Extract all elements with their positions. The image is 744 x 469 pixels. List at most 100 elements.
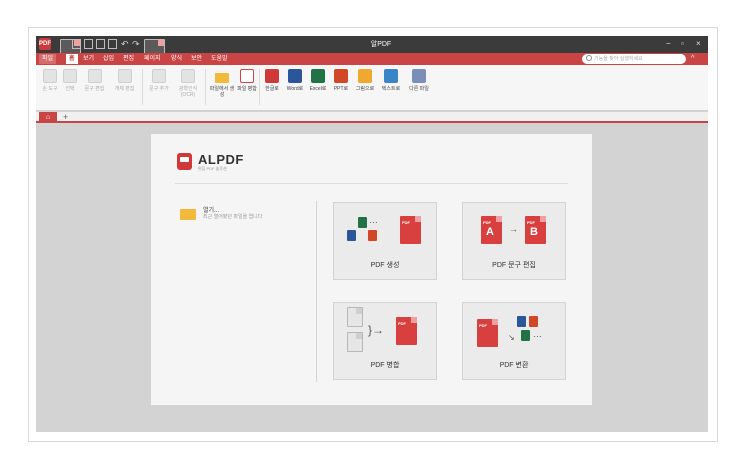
more-icon: … bbox=[533, 329, 542, 339]
text-file-icon bbox=[384, 69, 398, 83]
to-word-button[interactable]: Word로 bbox=[285, 69, 305, 107]
brand-tagline: 편집 PDF 솔루션 bbox=[198, 166, 227, 171]
save-as-icon[interactable] bbox=[84, 39, 93, 49]
print-icon[interactable] bbox=[96, 39, 105, 49]
edit-pdf-text-card[interactable]: PDF A → PDF B PDF 문구 편집 bbox=[462, 202, 566, 280]
select-icon bbox=[63, 69, 77, 83]
ribbon-separator bbox=[259, 69, 260, 105]
to-text-label: 텍스트로 bbox=[381, 86, 401, 92]
excel-file-icon bbox=[311, 69, 325, 83]
merge-pdf-art: }→ PDF bbox=[334, 307, 436, 355]
word-icon bbox=[517, 316, 526, 327]
merged-pdf-icon: PDF bbox=[396, 317, 417, 345]
convert-pdf-art: PDF ↘ … bbox=[463, 313, 565, 353]
pdf-page-icon bbox=[240, 69, 254, 83]
hand-icon bbox=[43, 69, 57, 83]
edit-text-label: 문구 편집 bbox=[84, 86, 105, 92]
convert-pdf-card[interactable]: PDF ↘ … PDF 변환 bbox=[462, 302, 566, 380]
arrow-right-icon: → bbox=[509, 224, 518, 234]
email-icon[interactable] bbox=[108, 39, 117, 49]
window-title: 알PDF bbox=[370, 41, 392, 48]
menu-file[interactable]: 파일 bbox=[39, 54, 57, 64]
ppt-file-icon bbox=[334, 69, 348, 83]
app-window: PDF ↶ ↷ 알PDF − ▫ × 파일 홈 보기 삽입 편집 페이지 양식 … bbox=[36, 36, 708, 432]
to-excel-label: Excel로 bbox=[309, 86, 327, 92]
merge-files-button[interactable]: 파일 병합 bbox=[237, 69, 257, 107]
app-logo-icon: PDF bbox=[39, 38, 51, 50]
create-pdf-art: … PDF bbox=[334, 213, 436, 253]
ribbon-separator bbox=[142, 69, 143, 105]
more-icon: … bbox=[369, 215, 378, 225]
create-pdf-card[interactable]: … PDF PDF 생성 bbox=[333, 202, 437, 280]
close-button[interactable]: × bbox=[696, 38, 701, 50]
edit-pdf-text-label: PDF 문구 편집 bbox=[492, 262, 536, 269]
page-2-icon bbox=[347, 332, 363, 352]
hand-tool-label: 손 도구 bbox=[42, 86, 58, 92]
merge-arrow-icon: }→ bbox=[368, 323, 385, 337]
to-ppt-button[interactable]: PPT로 bbox=[331, 69, 351, 107]
menu-page[interactable]: 페이지 bbox=[141, 54, 164, 64]
divider bbox=[175, 183, 568, 184]
brand-name: ALPDF bbox=[198, 152, 244, 167]
ocr-button[interactable]: 광학인식(OCR) bbox=[174, 69, 202, 107]
save-icon[interactable] bbox=[72, 39, 81, 49]
edit-pdf-text-art: PDF A → PDF B bbox=[463, 213, 565, 253]
to-text-button[interactable]: 텍스트로 bbox=[379, 69, 403, 107]
hand-tool-button[interactable]: 손 도구 bbox=[39, 69, 61, 107]
excel-icon bbox=[358, 217, 367, 228]
edit-text-button[interactable]: 문구 편집 bbox=[81, 69, 108, 107]
search-input[interactable]: 기능을 찾아 실행하세요 bbox=[582, 54, 686, 64]
minimize-button[interactable]: − bbox=[666, 38, 671, 50]
merge-files-label: 파일 병합 bbox=[237, 86, 257, 92]
convert-pdf-label: PDF 변환 bbox=[499, 362, 529, 369]
open-subtitle: 최근 열어봤던 파일을 엽니다 bbox=[203, 214, 263, 220]
select-label: 선택 bbox=[65, 86, 75, 92]
add-text-button[interactable]: 문구 추가 bbox=[146, 69, 172, 107]
menu-view[interactable]: 보기 bbox=[80, 54, 97, 64]
page-1-icon bbox=[347, 307, 363, 327]
powerpoint-icon bbox=[529, 316, 538, 327]
ocr-icon bbox=[181, 69, 195, 83]
source-pdf-icon: PDF bbox=[477, 319, 498, 347]
menu-form[interactable]: 양식 bbox=[168, 54, 185, 64]
folder-icon bbox=[180, 209, 196, 220]
excel-icon bbox=[521, 330, 530, 341]
edit-text-icon bbox=[87, 69, 102, 83]
document-tab-bar: ⌂ + bbox=[36, 112, 708, 123]
hwp-file-icon bbox=[265, 69, 279, 83]
select-button[interactable]: 선택 bbox=[61, 69, 79, 107]
add-text-label: 문구 추가 bbox=[149, 86, 169, 92]
menu-home[interactable]: 홈 bbox=[66, 54, 78, 64]
ribbon-separator bbox=[205, 69, 206, 105]
convert-arrow-icon: ↘ bbox=[508, 333, 515, 342]
maximize-button[interactable]: ▫ bbox=[681, 38, 684, 50]
pdf-document-a-icon: PDF A bbox=[481, 216, 502, 244]
collapse-ribbon-icon[interactable]: ^ bbox=[691, 54, 694, 64]
add-tab-button[interactable]: + bbox=[63, 112, 68, 123]
redo-icon[interactable]: ↷ bbox=[132, 39, 141, 49]
to-image-button[interactable]: 그림으로 bbox=[353, 69, 377, 107]
menu-insert[interactable]: 삽입 bbox=[100, 54, 117, 64]
merge-pdf-card[interactable]: }→ PDF PDF 병합 bbox=[333, 302, 437, 380]
create-pdf-label: PDF 생성 bbox=[370, 262, 400, 269]
menu-edit[interactable]: 편집 bbox=[120, 54, 137, 64]
word-icon bbox=[347, 230, 356, 241]
word-file-icon bbox=[288, 69, 302, 83]
merge-pdf-label: PDF 병합 bbox=[370, 362, 400, 369]
menu-help[interactable]: 도움말 bbox=[208, 54, 231, 64]
create-from-file-button[interactable]: 파일에서 생성 bbox=[208, 69, 236, 107]
menu-bar: 파일 홈 보기 삽입 편집 페이지 양식 보안 도움말 기능을 찾아 실행하세요… bbox=[36, 53, 708, 65]
to-hwp-button[interactable]: 한글로 bbox=[262, 69, 282, 107]
edit-object-button[interactable]: 개체 편집 bbox=[111, 69, 138, 107]
edit-object-icon bbox=[117, 69, 132, 83]
menu-security[interactable]: 보안 bbox=[188, 54, 205, 64]
to-other-button[interactable]: 다른 파일 bbox=[405, 69, 433, 107]
undo-icon[interactable]: ↶ bbox=[121, 39, 130, 49]
pdf-document-icon: PDF bbox=[400, 216, 421, 244]
other-file-icon bbox=[412, 69, 426, 83]
home-tab-icon[interactable]: ⌂ bbox=[39, 112, 57, 123]
add-text-icon bbox=[152, 69, 166, 83]
search-icon bbox=[586, 55, 592, 61]
to-image-label: 그림으로 bbox=[355, 86, 375, 92]
to-excel-button[interactable]: Excel로 bbox=[308, 69, 328, 107]
